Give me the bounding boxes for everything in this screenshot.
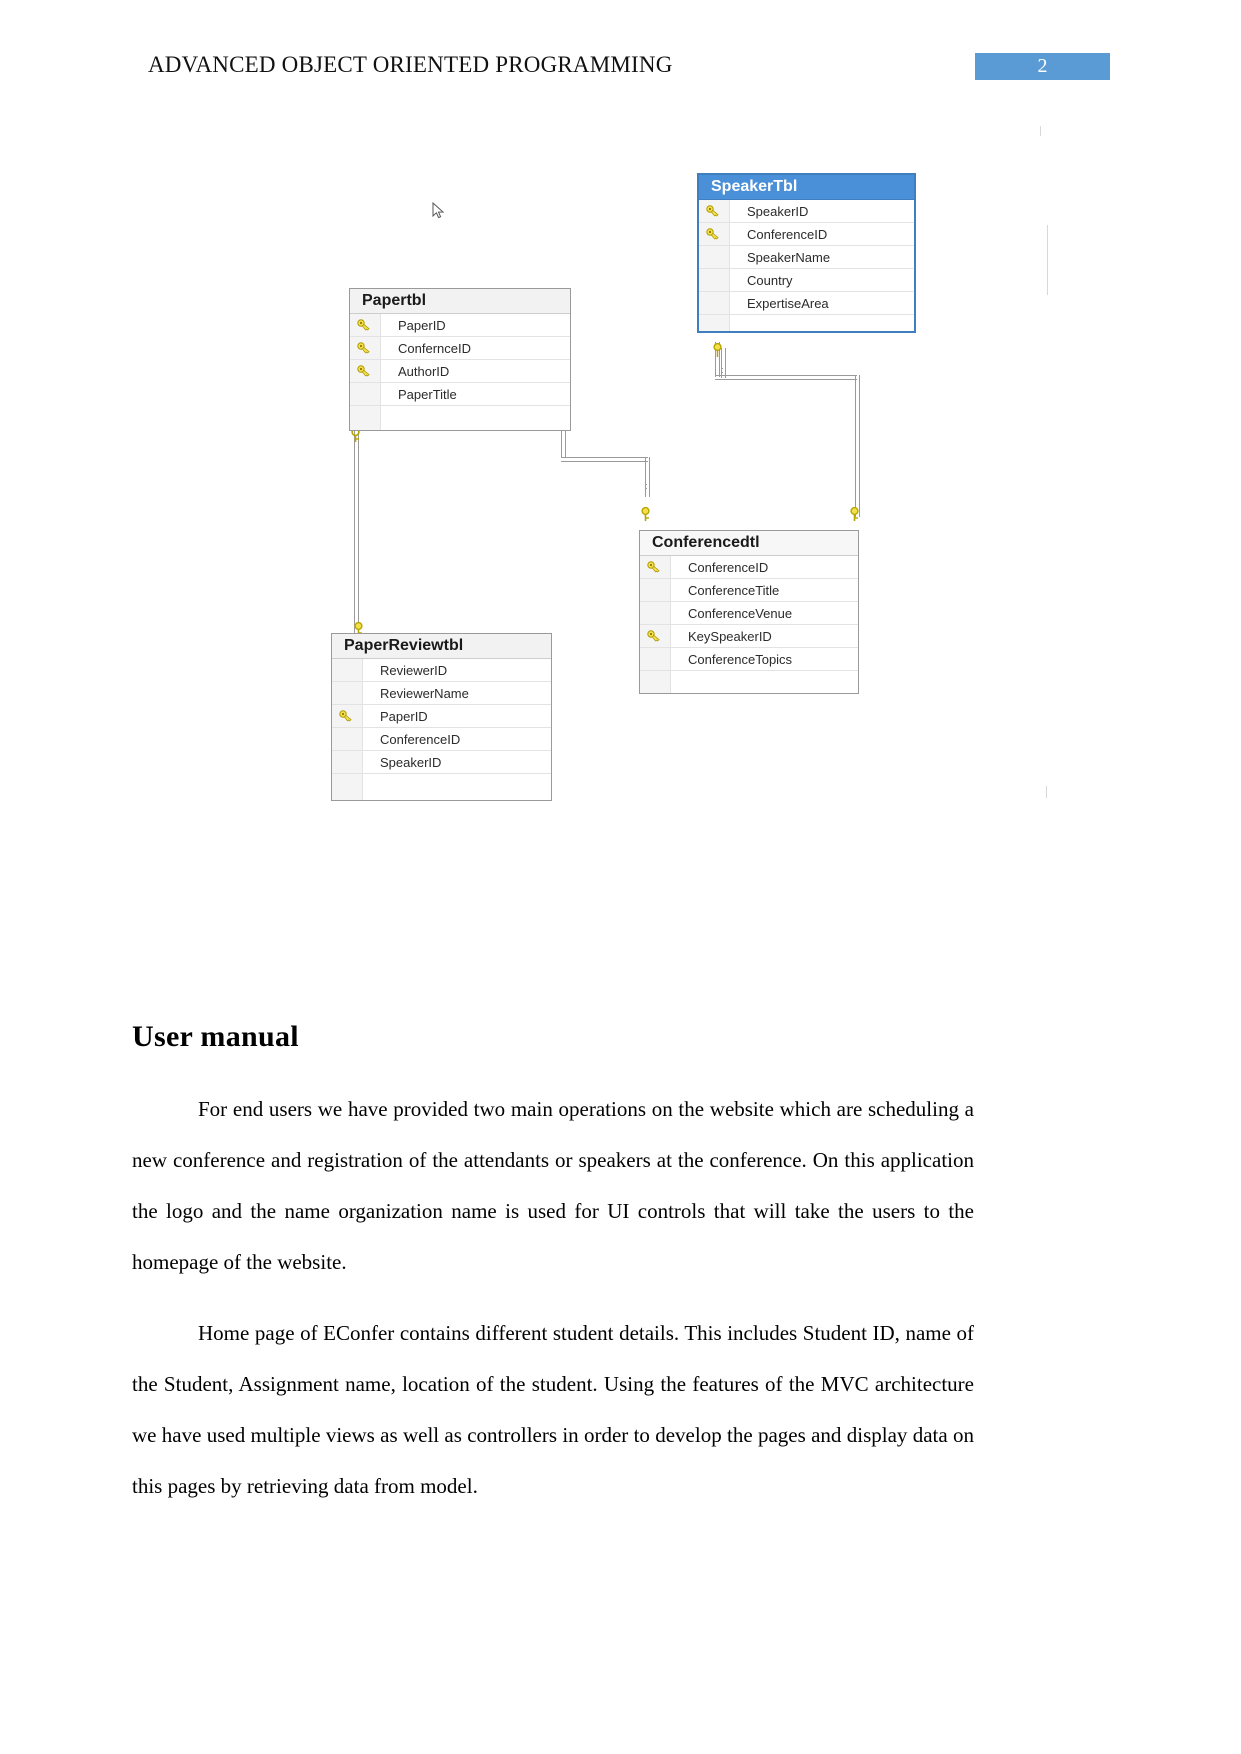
er-field-row[interactable]: ConferenceTopics — [640, 648, 858, 671]
er-field-label: SpeakerName — [747, 250, 831, 265]
mouse-pointer-icon — [432, 202, 445, 219]
body-paragraph: Home page of EConfer contains different … — [132, 1321, 974, 1498]
er-field-row[interactable]: ConfernceID — [350, 337, 570, 360]
er-row-gutter — [640, 602, 671, 624]
er-row-gutter — [640, 648, 671, 670]
er-row-gutter — [350, 383, 381, 405]
er-field-row[interactable]: PaperID — [350, 314, 570, 337]
er-field-label: ConfernceID — [398, 341, 471, 356]
relationship-speaker-conference-seg2 — [715, 375, 857, 380]
er-table-title: SpeakerTbl — [699, 175, 914, 199]
entity-relationship-diagram[interactable]: SpeakerTbl SpeakerID ConferenceID Speake… — [0, 110, 1241, 900]
er-field-label: SpeakerID — [747, 204, 809, 219]
er-row-gutter — [350, 406, 381, 430]
er-field-row-empty[interactable] — [699, 315, 914, 331]
er-row-gutter — [332, 659, 363, 681]
key-icon — [647, 630, 660, 642]
er-table-speakertbl[interactable]: SpeakerTbl SpeakerID ConferenceID Speake… — [697, 173, 916, 333]
er-table-conferencedtl[interactable]: Conferencedtl ConferenceID ConferenceTit… — [639, 530, 859, 694]
key-icon — [339, 710, 352, 722]
er-field-label: PaperID — [398, 318, 446, 333]
page-title: User manual — [132, 1020, 299, 1053]
er-field-label: ConferenceID — [688, 560, 769, 575]
er-table-title: Papertbl — [350, 289, 570, 314]
er-field-label: KeySpeakerID — [688, 629, 772, 644]
er-field-row[interactable]: ReviewerName — [332, 682, 551, 705]
er-field-label: PaperID — [380, 709, 428, 724]
er-field-row-empty[interactable] — [350, 406, 570, 430]
er-table-papertbl[interactable]: Papertbl PaperID ConfernceID AuthorID Pa… — [349, 288, 571, 431]
er-table-paperreviewtbl[interactable]: PaperReviewtbl ReviewerID ReviewerName P… — [331, 633, 552, 801]
er-table-fields: ReviewerID ReviewerName PaperID Conferen… — [332, 659, 551, 800]
er-row-gutter — [640, 579, 671, 601]
er-field-label: ConferenceID — [747, 227, 828, 242]
relationship-paper-conference-seg3 — [645, 457, 650, 497]
er-field-row[interactable]: SpeakerName — [699, 246, 914, 269]
er-row-gutter — [699, 315, 730, 331]
relationship-endpoint-key-icon — [713, 342, 722, 357]
er-field-row[interactable]: SpeakerID — [332, 751, 551, 774]
relationship-paper-conference-seg4 — [645, 484, 647, 489]
er-table-fields: SpeakerID ConferenceID SpeakerName Count… — [699, 199, 914, 331]
page-number-label: 2 — [1037, 55, 1048, 77]
er-field-label: ReviewerID — [380, 663, 448, 678]
er-field-label: AuthorID — [398, 364, 450, 379]
er-field-row-empty[interactable] — [640, 671, 858, 693]
er-field-row[interactable]: ReviewerID — [332, 659, 551, 682]
er-field-row[interactable]: PaperID — [332, 705, 551, 728]
er-field-label: ReviewerName — [380, 686, 469, 701]
er-row-gutter — [332, 728, 363, 750]
er-field-row-empty[interactable] — [332, 774, 551, 800]
er-field-label: ConferenceTitle — [688, 583, 780, 598]
relationship-speaker-conference-alt-seg2 — [721, 368, 723, 373]
er-row-gutter — [332, 751, 363, 773]
er-row-gutter — [699, 246, 730, 268]
er-field-row[interactable]: ConferenceVenue — [640, 602, 858, 625]
er-field-label: PaperTitle — [398, 387, 457, 402]
key-icon — [706, 228, 719, 240]
key-icon — [357, 365, 370, 377]
key-icon — [706, 205, 719, 217]
er-row-gutter — [640, 671, 671, 693]
key-icon — [647, 561, 660, 573]
er-field-label: SpeakerID — [380, 755, 442, 770]
er-field-label: ConferenceVenue — [688, 606, 793, 621]
er-field-row[interactable]: Country — [699, 269, 914, 292]
er-field-row[interactable]: ConferenceTitle — [640, 579, 858, 602]
relationship-speaker-conference-seg3 — [855, 375, 860, 517]
er-table-title: Conferencedtl — [640, 531, 858, 556]
body-paragraph: For end users we have provided two main … — [132, 1097, 974, 1274]
er-row-gutter — [699, 269, 730, 291]
page-header: ADVANCED OBJECT ORIENTED PROGRAMMING 2 — [0, 0, 1241, 100]
er-field-row[interactable]: ExpertiseArea — [699, 292, 914, 315]
er-field-row[interactable]: AuthorID — [350, 360, 570, 383]
key-icon — [357, 319, 370, 331]
er-row-gutter — [332, 774, 363, 800]
er-table-title: PaperReviewtbl — [332, 634, 551, 659]
er-table-fields: PaperID ConfernceID AuthorID PaperTitle — [350, 314, 570, 430]
relationship-endpoint-key-icon — [641, 507, 650, 521]
er-field-row[interactable]: ConferenceID — [640, 556, 858, 579]
er-field-row[interactable]: KeySpeakerID — [640, 625, 858, 648]
er-row-gutter — [332, 682, 363, 704]
er-field-row[interactable]: ConferenceID — [332, 728, 551, 751]
document-header-title: ADVANCED OBJECT ORIENTED PROGRAMMING — [148, 52, 673, 77]
er-field-row[interactable]: PaperTitle — [350, 383, 570, 406]
er-field-row[interactable]: ConferenceID — [699, 223, 914, 246]
er-table-fields: ConferenceID ConferenceTitle ConferenceV… — [640, 556, 858, 693]
relationship-endpoint-key-icon — [850, 507, 859, 521]
relationship-paper-conference-seg2 — [561, 457, 648, 462]
document-body: User manual For end users we have provid… — [132, 1020, 974, 1532]
er-row-gutter — [699, 292, 730, 314]
er-field-label: ConferenceID — [380, 732, 461, 747]
key-icon — [357, 342, 370, 354]
er-field-row[interactable]: SpeakerID — [699, 200, 914, 223]
er-field-label: Country — [747, 273, 793, 288]
er-field-label: ExpertiseArea — [747, 296, 829, 311]
er-field-label: ConferenceTopics — [688, 652, 793, 667]
